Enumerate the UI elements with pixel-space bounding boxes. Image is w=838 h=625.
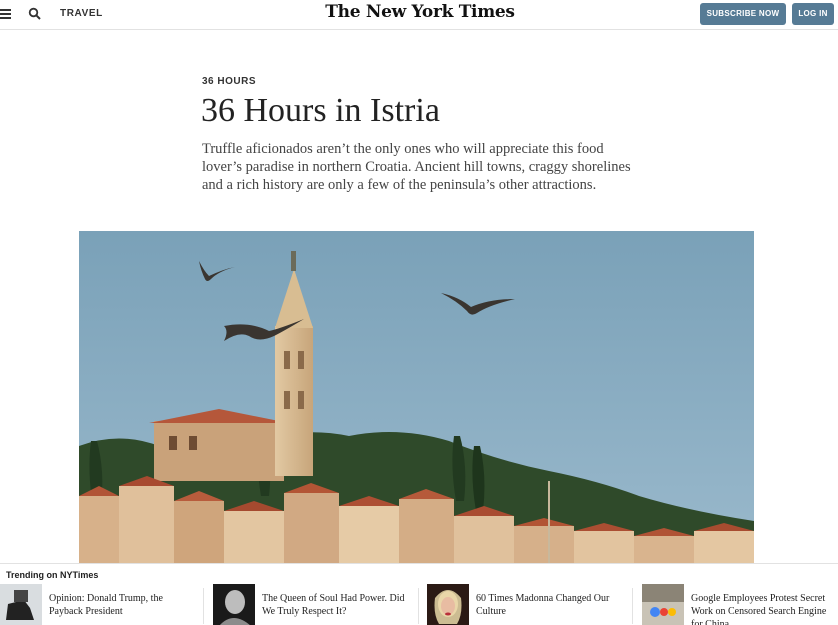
- article-kicker[interactable]: 36 HOURS: [202, 76, 256, 87]
- section-travel-link[interactable]: TRAVEL: [60, 8, 103, 19]
- trending-title: Trending on NYTimes: [6, 570, 99, 580]
- trending-divider: [418, 588, 419, 624]
- nyt-logo[interactable]: The New York Times: [300, 2, 540, 22]
- trending-thumbnail: [427, 584, 469, 625]
- article-headline: 36 Hours in Istria: [201, 92, 440, 129]
- subscribe-button[interactable]: SUBSCRIBE NOW: [700, 3, 786, 25]
- trending-thumbnail: [642, 584, 684, 625]
- trending-thumbnail: [213, 584, 255, 625]
- trending-divider: [203, 588, 204, 624]
- trending-item-label: Opinion: Donald Trump, the Payback Presi…: [49, 593, 163, 617]
- trending-item[interactable]: The Queen of Soul Had Power. Did We Trul…: [213, 584, 418, 625]
- hero-image: [79, 231, 754, 563]
- trending-item[interactable]: Opinion: Donald Trump, the Payback Presi…: [0, 584, 200, 625]
- trending-thumbnail: [0, 584, 42, 625]
- login-button[interactable]: LOG IN: [792, 3, 834, 25]
- top-navigation-bar: TRAVEL The New York Times SUBSCRIBE NOW …: [0, 0, 838, 30]
- trending-item[interactable]: Google Employees Protest Secret Work on …: [642, 584, 838, 625]
- trending-item[interactable]: 60 Times Madonna Changed Our Culture: [427, 584, 632, 625]
- trending-item-label: 60 Times Madonna Changed Our Culture: [476, 593, 610, 617]
- trending-item-label: The Queen of Soul Had Power. Did We Trul…: [262, 593, 405, 617]
- search-icon[interactable]: [28, 6, 42, 22]
- trending-item-label: Google Employees Protest Secret Work on …: [691, 593, 827, 625]
- article-summary: Truffle aficionados aren’t the only ones…: [202, 141, 631, 193]
- trending-divider: [632, 588, 633, 624]
- menu-icon[interactable]: [0, 9, 11, 19]
- trending-bar: Trending on NYTimes Opinion: Donald Trum…: [0, 563, 838, 625]
